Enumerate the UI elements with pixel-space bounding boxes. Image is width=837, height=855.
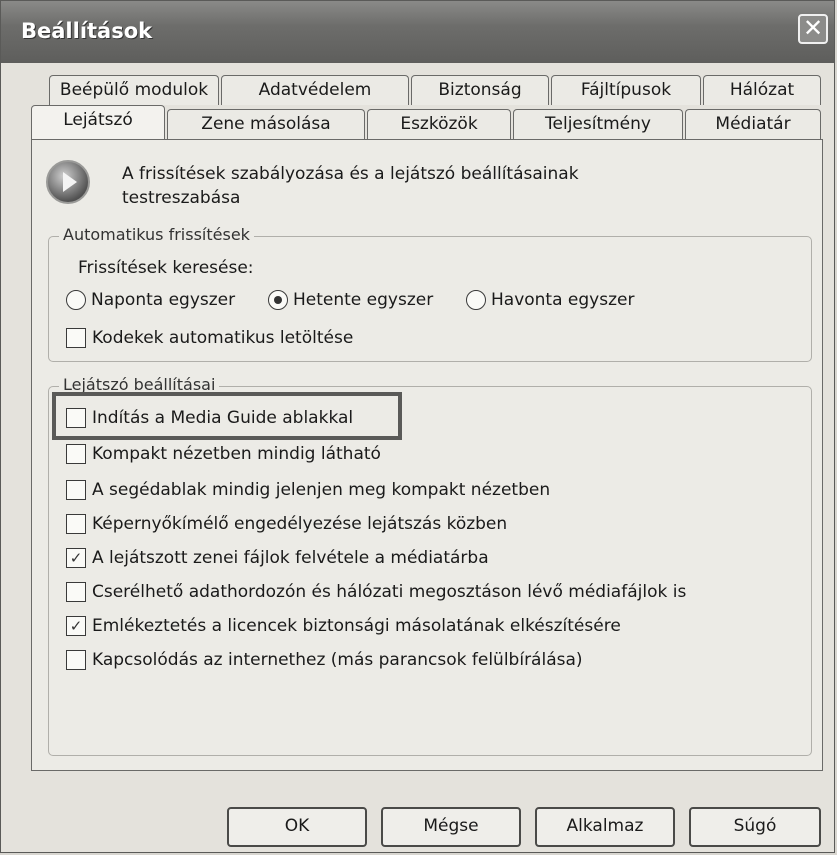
play-icon	[46, 160, 90, 204]
settings-dialog: Beállítások ✕ Beépülő modulok Adatvédele…	[0, 0, 835, 853]
checkbox-row[interactable]: Indítás a Media Guide ablakkal	[66, 408, 353, 428]
radio-monthly-label: Havonta egyszer	[491, 290, 635, 310]
checkbox-label: Cserélhető adathordozón és hálózati mego…	[92, 582, 687, 602]
tab-halozat[interactable]: Hálózat	[703, 75, 821, 105]
tab-adatvedelem[interactable]: Adatvédelem	[221, 75, 409, 105]
radio-daily-label: Naponta egyszer	[91, 290, 236, 310]
radio-daily[interactable]: Naponta egyszer	[66, 290, 235, 310]
codec-download-label: Kodekek automatikus letöltése	[92, 328, 354, 348]
checkbox[interactable]	[66, 582, 86, 602]
tab-teljesitmeny[interactable]: Teljesítmény	[513, 109, 683, 139]
title-bar[interactable]: Beállítások ✕	[1, 1, 834, 63]
ok-button[interactable]: OK	[227, 807, 367, 847]
player-settings-group-label: Lejátszó beállításai	[59, 375, 220, 394]
tab-mediatar[interactable]: Médiatár	[685, 109, 821, 139]
auto-updates-group-label: Automatikus frissítések	[59, 225, 254, 244]
panel-description: A frissítések szabályozása és a lejátszó…	[122, 164, 579, 208]
checkbox[interactable]	[66, 408, 86, 428]
tab-panel-lejatszo: A frissítések szabályozása és a lejátszó…	[31, 139, 823, 771]
checkbox-row[interactable]: Cserélhető adathordozón és hálózati mego…	[66, 582, 686, 602]
codec-download-checkbox[interactable]: Kodekek automatikus letöltése	[66, 328, 353, 348]
radio-weekly-label: Hetente egyszer	[293, 290, 434, 310]
checkbox-label: Emlékeztetés a licencek biztonsági másol…	[92, 616, 621, 636]
checkbox-row[interactable]: ✓ A lejátszott zenei fájlok felvétele a …	[66, 548, 489, 568]
cancel-button[interactable]: Mégse	[381, 807, 521, 847]
radio-monthly-button[interactable]	[466, 290, 486, 310]
checkbox-row[interactable]: Képernyőkímélő engedélyezése lejátszás k…	[66, 514, 507, 534]
checkbox-label: Kompakt nézetben mindig látható	[92, 444, 381, 464]
tab-fajltipusok[interactable]: Fájltípusok	[551, 75, 701, 105]
checkbox[interactable]	[66, 650, 86, 670]
checkbox-checked[interactable]: ✓	[66, 616, 86, 636]
tab-beepulo-modulok[interactable]: Beépülő modulok	[49, 75, 219, 105]
codec-download-box[interactable]	[66, 328, 86, 348]
checkbox-row[interactable]: Kapcsolódás az internethez (más parancso…	[66, 650, 583, 670]
radio-weekly[interactable]: Hetente egyszer	[268, 290, 433, 310]
tab-zene-masolasa[interactable]: Zene másolása	[167, 109, 365, 139]
radio-monthly[interactable]: Havonta egyszer	[466, 290, 634, 310]
checkbox-row[interactable]: A segédablak mindig jelenjen meg kompakt…	[66, 480, 550, 500]
checkbox-label: Képernyőkímélő engedélyezése lejátszás k…	[92, 514, 508, 534]
search-updates-text: Frissítések keresése:	[78, 258, 254, 278]
checkbox-label: A segédablak mindig jelenjen meg kompakt…	[92, 480, 551, 500]
checkbox[interactable]	[66, 480, 86, 500]
checkbox-label: A lejátszott zenei fájlok felvétele a mé…	[92, 548, 489, 568]
help-button[interactable]: Súgó	[689, 807, 821, 847]
checkbox-label: Kapcsolódás az internethez (más parancso…	[92, 650, 583, 670]
close-icon[interactable]: ✕	[798, 14, 828, 44]
checkbox-checked[interactable]: ✓	[66, 548, 86, 568]
radio-daily-button[interactable]	[66, 290, 86, 310]
tab-biztonsag[interactable]: Biztonság	[411, 75, 549, 105]
apply-button[interactable]: Alkalmaz	[535, 807, 675, 847]
checkbox[interactable]	[66, 514, 86, 534]
window-title: Beállítások	[21, 19, 153, 43]
checkbox-row[interactable]: ✓ Emlékeztetés a licencek biztonsági más…	[66, 616, 621, 636]
checkbox-row[interactable]: Kompakt nézetben mindig látható	[66, 444, 381, 464]
checkbox-label: Indítás a Media Guide ablakkal	[92, 408, 354, 428]
checkbox[interactable]	[66, 444, 86, 464]
radio-weekly-button[interactable]	[268, 290, 288, 310]
tab-eszkozok[interactable]: Eszközök	[367, 109, 511, 139]
search-updates-label: Frissítések keresése:	[78, 258, 254, 278]
player-settings-group: Lejátszó beállításai	[48, 375, 812, 756]
tab-lejatszo[interactable]: Lejátszó	[31, 105, 165, 139]
